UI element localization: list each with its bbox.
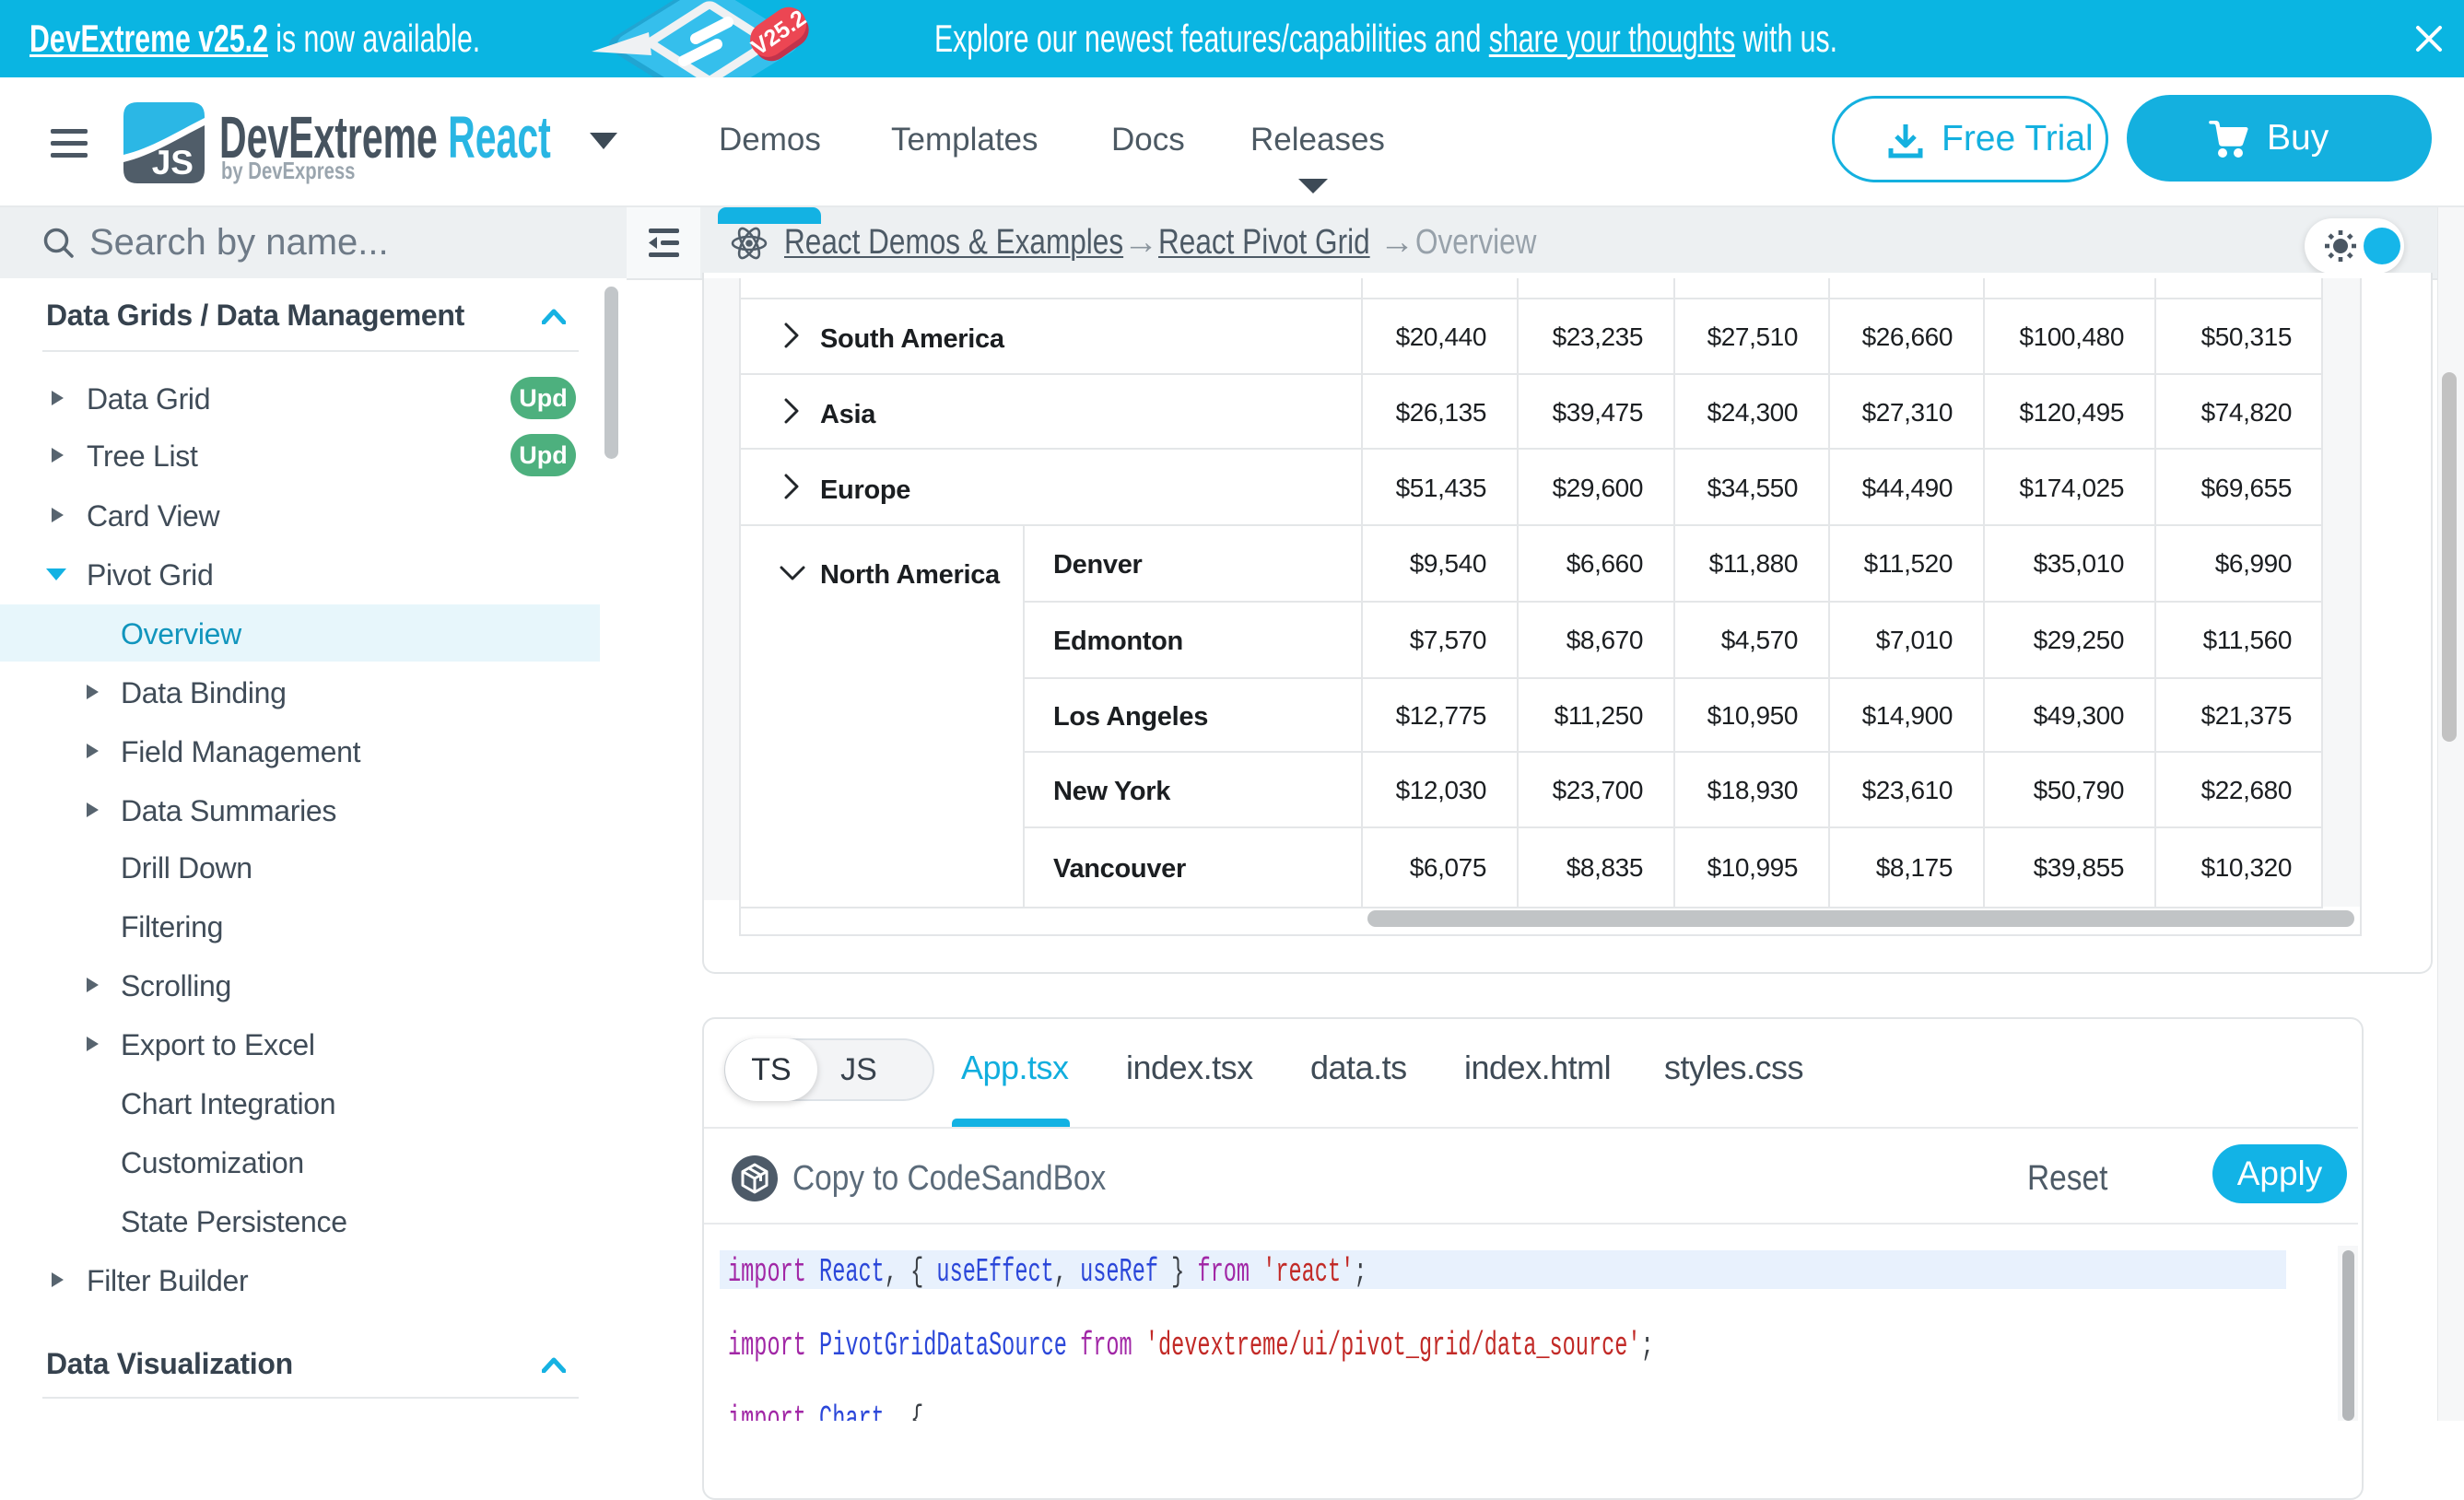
svg-text:JS: JS [152,144,194,182]
